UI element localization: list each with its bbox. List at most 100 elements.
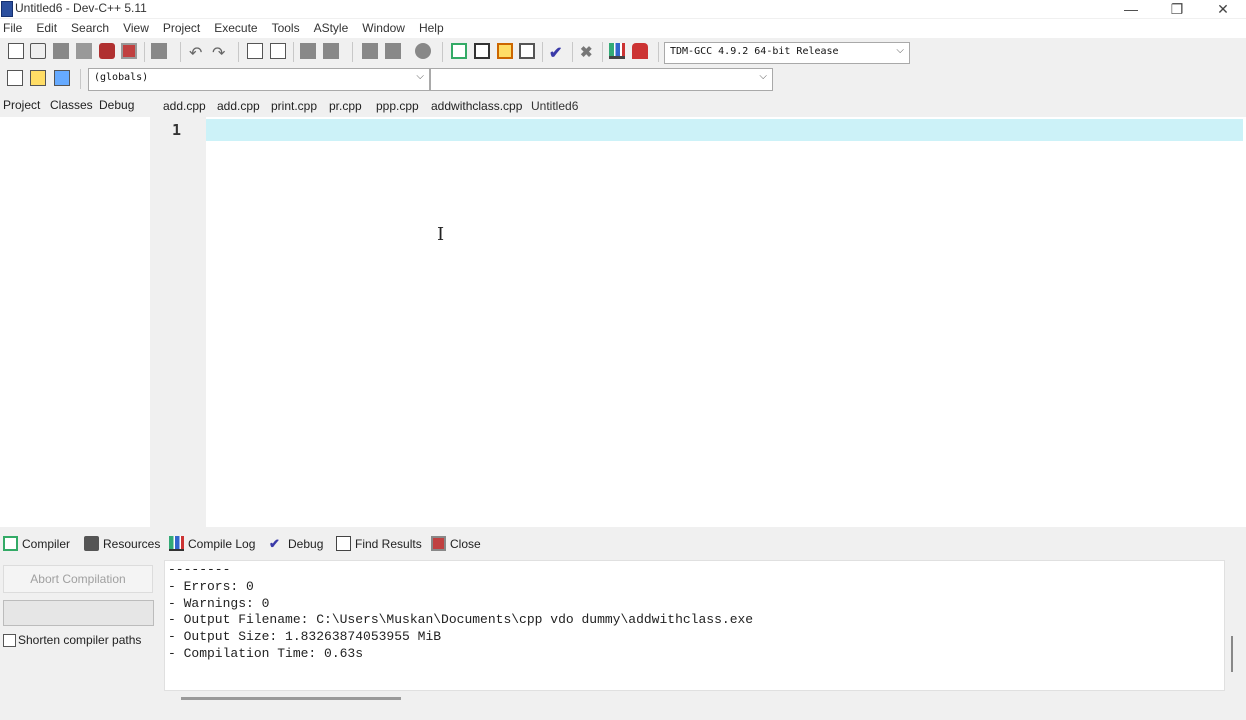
chevron-down-icon: ⌵ <box>416 71 424 82</box>
panel-splitter[interactable] <box>150 117 158 527</box>
redo-icon[interactable]: ↷ <box>212 43 228 62</box>
menu-project[interactable]: Project <box>160 19 207 38</box>
fullscreen-icon[interactable] <box>474 43 490 59</box>
tab-project[interactable]: Project <box>3 98 40 112</box>
resources-icon <box>84 536 99 551</box>
window-title: Untitled6 - Dev-C++ 5.11 <box>15 1 147 15</box>
compiler-icon <box>3 536 18 551</box>
goto-back-icon[interactable] <box>362 43 378 59</box>
file-tab-add-cpp[interactable]: add.cpp <box>217 99 260 113</box>
menu-tools[interactable]: Tools <box>269 19 307 38</box>
delete-profile-icon[interactable] <box>632 43 648 59</box>
scope-select[interactable]: (globals) ⌵ <box>88 68 430 91</box>
log-vertical-scroll-thumb[interactable] <box>1231 636 1233 672</box>
insert-icon[interactable] <box>7 70 23 86</box>
close-file-icon[interactable] <box>99 43 115 59</box>
tab-find-results[interactable]: Find Results <box>336 536 422 551</box>
menu-file[interactable]: File <box>0 19 29 38</box>
goto-bookmark-icon[interactable] <box>54 70 70 86</box>
bar-chart-icon <box>169 536 184 551</box>
menu-astyle[interactable]: AStyle <box>311 19 356 38</box>
log-line: - Output Filename: C:\Users\Muskan\Docum… <box>168 612 754 627</box>
tab-close[interactable]: Close <box>431 536 481 551</box>
scope-select-value: (globals) <box>94 72 149 83</box>
log-horizontal-scroll-thumb[interactable] <box>181 697 401 700</box>
abort-compilation-button[interactable]: Abort Compilation <box>3 565 153 593</box>
shorten-paths-checkbox[interactable] <box>3 634 16 647</box>
log-vertical-scrollbar[interactable] <box>1226 560 1242 691</box>
open-file-icon[interactable] <box>30 43 46 59</box>
log-line: - Errors: 0 <box>168 579 254 594</box>
undo-icon[interactable]: ↶ <box>189 43 205 62</box>
tab-resources-label: Resources <box>103 536 161 551</box>
main-toolbar: ↶ ↷ ✔ ✖ TDM-GCC 4.9.2 64-bit Release ⌵ <box>0 39 1246 65</box>
menu-view[interactable]: View <box>120 19 156 38</box>
text-cursor-icon: I <box>437 224 445 245</box>
app-icon <box>1 1 13 17</box>
class-browser-icon[interactable] <box>519 43 535 59</box>
profile-chart-icon[interactable] <box>609 43 625 59</box>
menu-help[interactable]: Help <box>416 19 451 38</box>
tab-debug[interactable]: Debug <box>99 98 134 112</box>
find-results-icon <box>336 536 351 551</box>
tab-resources[interactable]: Resources <box>84 536 160 551</box>
tab-classes[interactable]: Classes <box>50 98 93 112</box>
code-editor[interactable] <box>158 117 1246 527</box>
tab-debug-output-label: Debug <box>288 536 324 551</box>
tab-compile-log-label: Compile Log <box>188 536 256 551</box>
check-syntax-icon[interactable]: ✔ <box>549 43 565 62</box>
log-line: - Warnings: 0 <box>168 596 270 611</box>
replace-icon[interactable] <box>270 43 286 59</box>
line-number: 1 <box>172 121 182 139</box>
tab-compile-log[interactable]: Compile Log <box>169 536 255 551</box>
line-number-gutter <box>158 117 206 527</box>
menu-bar: File Edit Search View Project Execute To… <box>0 19 1246 38</box>
status-bar <box>0 712 1246 720</box>
tab-compiler-label: Compiler <box>22 536 71 551</box>
tab-compiler[interactable]: Compiler <box>3 536 70 551</box>
menu-search[interactable]: Search <box>68 19 116 38</box>
function-select[interactable]: ⌵ <box>430 68 773 91</box>
file-tab-addwithclass-cpp[interactable]: addwithclass.cpp <box>431 99 522 113</box>
chevron-down-icon: ⌵ <box>759 71 767 82</box>
file-tab-pr-cpp[interactable]: pr.cpp <box>329 99 362 113</box>
toggle-breakpoint-icon[interactable] <box>30 70 46 86</box>
file-tab-untitled6[interactable]: Untitled6 <box>531 99 578 113</box>
check-icon: ✔ <box>269 536 280 551</box>
editor-file-tabs: add.cpp add.cpp print.cpp pr.cpp ppp.cpp… <box>160 96 1240 118</box>
file-tab-ppp-cpp[interactable]: ppp.cpp <box>376 99 419 113</box>
save-icon[interactable] <box>53 43 69 59</box>
shorten-paths-label[interactable]: Shorten compiler paths <box>18 633 141 647</box>
log-line: - Compilation Time: 0.63s <box>168 646 364 661</box>
new-file-icon[interactable] <box>8 43 24 59</box>
print-icon[interactable] <box>151 43 167 59</box>
current-line-highlight[interactable] <box>206 119 1243 141</box>
title-bar <box>0 0 1246 18</box>
close-window-button[interactable]: ✕ <box>1200 0 1246 18</box>
compile-progress-bar <box>3 600 154 626</box>
file-tab-print-cpp[interactable]: print.cpp <box>271 99 317 113</box>
find-icon[interactable] <box>247 43 263 59</box>
goto-forward-icon[interactable] <box>385 43 401 59</box>
project-browser <box>0 117 150 527</box>
secondary-toolbar: (globals) ⌵ ⌵ <box>0 66 1246 93</box>
file-tab-add-cpp[interactable]: add.cpp <box>163 99 206 113</box>
stop-icon[interactable]: ✖ <box>580 43 596 61</box>
close-all-icon[interactable] <box>121 43 137 59</box>
minimize-button[interactable]: — <box>1108 0 1154 18</box>
menu-execute[interactable]: Execute <box>211 19 264 38</box>
chevron-down-icon: ⌵ <box>896 45 904 56</box>
unindent-icon[interactable] <box>323 43 339 59</box>
new-project-icon[interactable] <box>451 43 467 59</box>
tab-debug-output[interactable]: ✔ Debug <box>269 536 323 551</box>
log-line: -------- <box>168 562 231 577</box>
compiler-select[interactable]: TDM-GCC 4.9.2 64-bit Release ⌵ <box>664 42 910 64</box>
menu-edit[interactable]: Edit <box>33 19 64 38</box>
project-options-icon[interactable] <box>497 43 513 59</box>
toggle-bookmark-icon[interactable] <box>415 43 431 59</box>
indent-icon[interactable] <box>300 43 316 59</box>
save-all-icon[interactable] <box>76 43 92 59</box>
maximize-button[interactable]: ❐ <box>1154 0 1200 18</box>
left-panel-tabs: Project Classes Debug <box>0 96 150 118</box>
menu-window[interactable]: Window <box>359 19 412 38</box>
